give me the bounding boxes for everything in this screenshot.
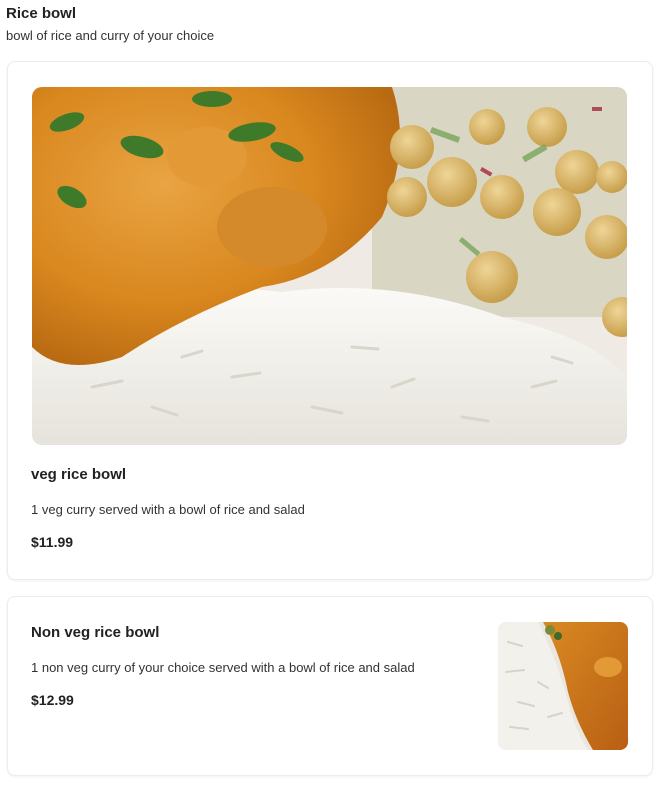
menu-item-card-veg-rice-bowl[interactable]: veg rice bowl 1 veg curry served with a … — [7, 61, 653, 580]
section-description: bowl of rice and curry of your choice — [6, 28, 215, 43]
item-description: 1 veg curry served with a bowl of rice a… — [31, 502, 305, 517]
section-title: Rice bowl — [6, 5, 77, 22]
menu-item-card-non-veg-rice-bowl[interactable]: Non veg rice bowl 1 non veg curry of you… — [7, 596, 653, 776]
item-name: Non veg rice bowl — [31, 624, 160, 641]
veg-rice-bowl-photo — [32, 87, 627, 445]
item-price: $12.99 — [31, 692, 74, 708]
item-price: $11.99 — [31, 534, 74, 550]
non-veg-rice-bowl-photo — [498, 622, 628, 750]
item-description: 1 non veg curry of your choice served wi… — [31, 660, 415, 675]
item-name: veg rice bowl — [31, 466, 127, 483]
